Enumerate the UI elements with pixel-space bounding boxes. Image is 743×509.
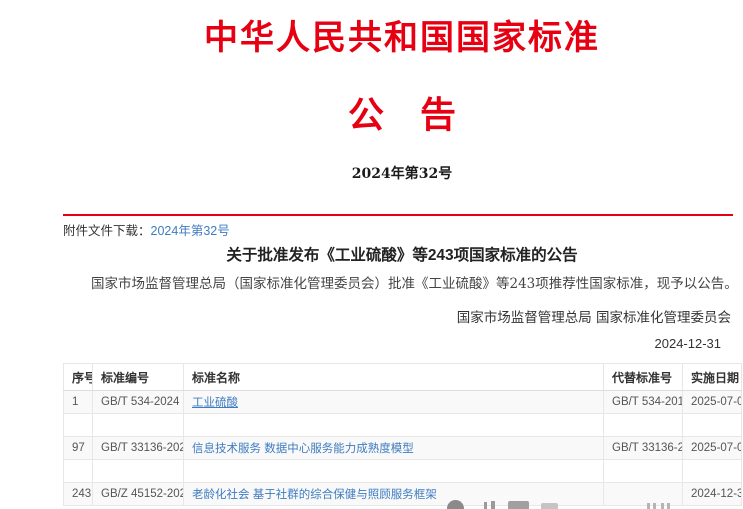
cell-date: 2024-12-31 (682, 482, 742, 506)
partial-text-fragment (647, 503, 650, 509)
cell-code: GB/T 33136-2024 (92, 436, 184, 460)
cell-date (682, 413, 742, 437)
notice-date: 2024-12-31 (654, 336, 722, 351)
table-row-empty (63, 459, 742, 483)
standards-table-wrap: 序号 标准编号 标准名称 代替标准号 实施日期 1 GB/T 534-2024 … (63, 363, 742, 506)
standards-table: 序号 标准编号 标准名称 代替标准号 实施日期 1 GB/T 534-2024 … (63, 363, 742, 506)
partial-glyph-icon[interactable] (491, 501, 495, 509)
notice-title: 关于批准发布《工业硫酸》等243项国家标准的公告 (226, 247, 578, 264)
cell-seq (63, 459, 93, 483)
partial-button-icon[interactable] (508, 501, 529, 509)
notice-signature: 国家市场监督管理总局 国家标准化管理委员会 (456, 310, 731, 326)
partial-glyph-icon[interactable] (484, 502, 487, 509)
page-subtitle: 公 告 (347, 94, 456, 136)
cell-code (92, 413, 184, 437)
attachment-download-link[interactable]: 2024年第32号 (151, 224, 230, 238)
cell-name (183, 459, 604, 483)
red-divider (63, 214, 733, 216)
issue-number: 2024年第32号 (351, 166, 453, 182)
cell-replaces (603, 413, 683, 437)
table-row: 243 GB/Z 45152-2024 老龄化社会 基于社群的综合保健与照顾服务… (63, 482, 742, 506)
partial-text-fragment (653, 503, 656, 509)
attachment-row: 附件文件下载：2024年第32号 (63, 220, 741, 239)
col-header-code: 标准编号 (92, 363, 184, 391)
partial-button-icon[interactable] (541, 503, 558, 509)
standard-link[interactable]: 老龄化社会 基于社群的综合保健与照顾服务框架 (192, 489, 437, 501)
cell-code (92, 459, 184, 483)
cell-replaces (603, 459, 683, 483)
cell-seq (63, 413, 93, 437)
table-row: 97 GB/T 33136-2024 信息技术服务 数据中心服务能力成熟度模型 … (63, 436, 742, 460)
notice-body: 国家市场监督管理总局（国家标准化管理委员会）批准《工业硫酸》等243项推荐性国家… (91, 276, 738, 292)
cell-name: 信息技术服务 数据中心服务能力成熟度模型 (183, 436, 604, 460)
partial-text-fragment (667, 503, 670, 509)
cell-name (183, 413, 604, 437)
attachment-label: 附件文件下载： (63, 224, 151, 238)
cell-replaces: GB/T 534-2014 (603, 390, 683, 414)
cell-seq: 97 (63, 436, 93, 460)
cell-replaces (603, 482, 683, 506)
page-title: 中华人民共和国国家标准 (204, 18, 600, 58)
announcement-page: 中华人民共和国国家标准 公 告 2024年第32号 附件文件下载：2024年第3… (0, 0, 743, 509)
col-header-date: 实施日期 (682, 363, 742, 391)
col-header-seq: 序号 (63, 363, 93, 391)
cell-replaces: GB/T 33136-2016 (603, 436, 683, 460)
cell-date (682, 459, 742, 483)
partial-text-fragment (661, 503, 664, 509)
cell-name: 工业硫酸 (183, 390, 604, 414)
cell-seq: 1 (63, 390, 93, 414)
col-header-replaces: 代替标准号 (603, 363, 683, 391)
table-row: 1 GB/T 534-2024 工业硫酸 GB/T 534-2014 2025-… (63, 390, 742, 414)
cell-code: GB/Z 45152-2024 (92, 482, 184, 506)
table-row-empty (63, 413, 742, 437)
cell-code: GB/T 534-2024 (92, 390, 184, 414)
standard-link[interactable]: 工业硫酸 (192, 397, 238, 409)
col-header-name: 标准名称 (183, 363, 604, 391)
table-header-row: 序号 标准编号 标准名称 代替标准号 实施日期 (63, 363, 742, 391)
cell-date: 2025-07-01 (682, 390, 742, 414)
cell-name: 老龄化社会 基于社群的综合保健与照顾服务框架 (183, 482, 604, 506)
standard-link[interactable]: 信息技术服务 数据中心服务能力成熟度模型 (192, 443, 414, 455)
cell-seq: 243 (63, 482, 93, 506)
cell-date: 2025-07-01 (682, 436, 742, 460)
